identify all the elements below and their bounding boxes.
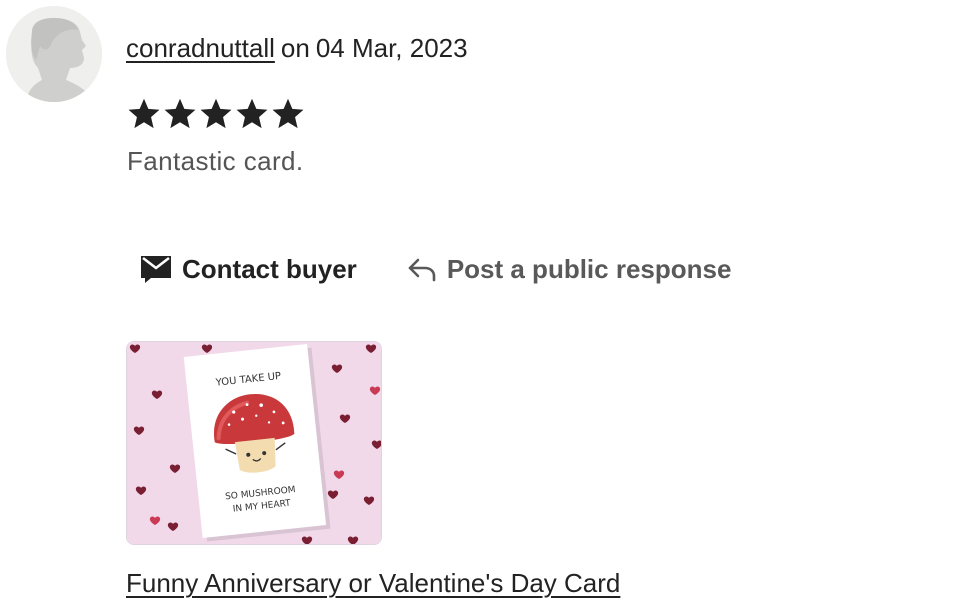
default-user-avatar-icon [6, 6, 102, 102]
star-icon [126, 96, 162, 132]
star-icon [270, 96, 306, 132]
reply-arrow-icon [407, 256, 437, 282]
envelope-icon [140, 254, 172, 284]
product-image[interactable]: YOU TAKE UP SO MUSHROOM IN MY HEART [126, 341, 382, 545]
reviewer-avatar[interactable] [6, 6, 102, 102]
review-text: Fantastic card. [127, 146, 304, 176]
review-item: conradnuttall on 04 Mar, 2023 Fantastic ca… [0, 0, 972, 608]
star-icon [162, 96, 198, 132]
review-header: conradnuttall on 04 Mar, 2023 [126, 30, 468, 66]
post-public-response-button[interactable]: Post a public response [407, 253, 732, 285]
contact-buyer-label: Contact buyer [182, 253, 357, 284]
contact-buyer-button[interactable]: Contact buyer [140, 254, 357, 285]
review-date: 04 Mar, 2023 [315, 33, 468, 63]
review-actions: Contact buyer Post a public response [140, 248, 731, 290]
post-public-response-label: Post a public response [446, 253, 732, 284]
review-on-word: on [280, 33, 310, 63]
star-rating [126, 96, 306, 132]
reviewer-username-link[interactable]: conradnuttall [126, 33, 275, 63]
star-icon [234, 96, 270, 132]
product-title-link[interactable]: Funny Anniversary or Valentine's Day Car… [126, 565, 620, 601]
star-icon [198, 96, 234, 132]
